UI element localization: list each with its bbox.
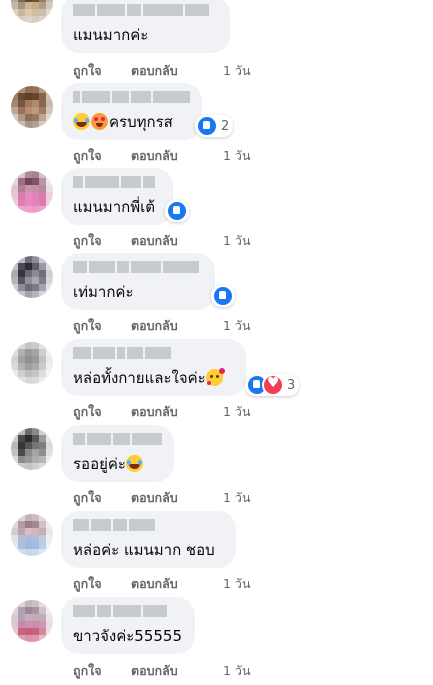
avatar[interactable] — [11, 256, 53, 298]
comment-bubble: เท่มากค่ะ — [61, 253, 215, 310]
like-link[interactable]: ถูกใจ — [73, 661, 131, 681]
comment-bubble: แมนมากพี่เต้ — [61, 168, 173, 225]
reply-link[interactable]: ตอบกลับ — [131, 402, 223, 422]
reply-link[interactable]: ตอบกลับ — [131, 488, 223, 508]
comment-text: เท่มากค่ะ — [73, 283, 134, 301]
avatar[interactable] — [11, 342, 53, 384]
reaction-summary[interactable]: 2 — [195, 115, 234, 137]
avatar[interactable] — [11, 0, 53, 23]
comment-bubble: รออยู่ค่ะ — [61, 425, 174, 482]
like-link[interactable]: ถูกใจ — [73, 231, 131, 251]
timestamp[interactable]: 1 วัน — [223, 574, 251, 594]
like-link[interactable]: ถูกใจ — [73, 574, 131, 594]
like-link[interactable]: ถูกใจ — [73, 316, 131, 336]
comment-bubble: ครบทุกรส — [61, 83, 202, 140]
comment-actions: ถูกใจ ตอบกลับ 1 วัน — [73, 61, 251, 81]
reply-link[interactable]: ตอบกลับ — [131, 146, 223, 166]
timestamp[interactable]: 1 วัน — [223, 316, 251, 336]
thumbs-up-icon — [212, 285, 234, 307]
laughing-emoji-icon — [73, 113, 90, 130]
comment-actions: ถูกใจ ตอบกลับ 1 วัน — [73, 402, 251, 422]
timestamp[interactable]: 1 วัน — [223, 61, 251, 81]
timestamp[interactable]: 1 วัน — [223, 402, 251, 422]
reaction-count: 3 — [287, 377, 296, 393]
like-link[interactable]: ถูกใจ — [73, 61, 131, 81]
timestamp[interactable]: 1 วัน — [223, 488, 251, 508]
comment-text: แมนมากค่ะ — [73, 26, 149, 44]
commenter-name[interactable] — [73, 176, 161, 188]
commenter-name[interactable] — [73, 347, 234, 359]
comment-actions: ถูกใจ ตอบกลับ 1 วัน — [73, 231, 251, 251]
comment-actions: ถูกใจ ตอบกลับ 1 วัน — [73, 488, 251, 508]
reaction-count: 2 — [221, 118, 230, 134]
commenter-name[interactable] — [73, 261, 203, 273]
timestamp[interactable]: 1 วัน — [223, 146, 251, 166]
like-link[interactable]: ถูกใจ — [73, 146, 131, 166]
comment-text: หล่อทั้งกายและใจค่ะ — [73, 368, 234, 387]
comment-text: หล่อค่ะ แมนมาก ชอบ — [73, 541, 215, 559]
comment-actions: ถูกใจ ตอบกลับ 1 วัน — [73, 146, 251, 166]
commenter-name[interactable] — [73, 519, 224, 531]
comment-text: ขาวจังค่ะ55555 — [73, 627, 183, 645]
comment-bubble: หล่อทั้งกายและใจค่ะ — [61, 339, 246, 396]
reply-link[interactable]: ตอบกลับ — [131, 316, 223, 336]
reply-link[interactable]: ตอบกลับ — [131, 661, 223, 681]
reply-link[interactable]: ตอบกลับ — [131, 61, 223, 81]
avatar[interactable] — [11, 428, 53, 470]
reaction-summary[interactable] — [165, 200, 189, 222]
comment-bubble: ขาวจังค่ะ55555 — [61, 597, 195, 654]
thumbs-up-icon — [196, 115, 218, 137]
heart-eyes-emoji-icon — [91, 113, 108, 130]
comment-text: แมนมากพี่เต้ — [73, 198, 155, 216]
commenter-name[interactable] — [73, 91, 191, 103]
comment-text: ครบทุกรส — [73, 113, 190, 131]
avatar[interactable] — [11, 514, 53, 556]
laughing-emoji-icon — [125, 455, 143, 472]
heart-icon — [262, 374, 284, 396]
commenter-name[interactable] — [73, 4, 218, 16]
thumbs-up-icon — [166, 200, 188, 222]
reaction-summary[interactable]: 3 — [245, 374, 300, 396]
avatar[interactable] — [11, 86, 53, 128]
avatar[interactable] — [11, 171, 53, 213]
timestamp[interactable]: 1 วัน — [223, 661, 251, 681]
comment-actions: ถูกใจ ตอบกลับ 1 วัน — [73, 661, 251, 681]
comment-text: รออยู่ค่ะ — [73, 455, 162, 473]
like-link[interactable]: ถูกใจ — [73, 402, 131, 422]
reply-link[interactable]: ตอบกลับ — [131, 231, 223, 251]
avatar[interactable] — [11, 600, 53, 642]
smiling-face-with-hearts-emoji-icon — [205, 368, 225, 386]
commenter-name[interactable] — [73, 433, 162, 445]
comment-bubble: หล่อค่ะ แมนมาก ชอบ — [61, 511, 236, 568]
reaction-summary[interactable] — [211, 285, 235, 307]
comment-bubble: แมนมากค่ะ — [61, 0, 230, 53]
commenter-name[interactable] — [73, 605, 183, 617]
comment-actions: ถูกใจ ตอบกลับ 1 วัน — [73, 316, 251, 336]
like-link[interactable]: ถูกใจ — [73, 488, 131, 508]
comment-actions: ถูกใจ ตอบกลับ 1 วัน — [73, 574, 251, 594]
reply-link[interactable]: ตอบกลับ — [131, 574, 223, 594]
timestamp[interactable]: 1 วัน — [223, 231, 251, 251]
